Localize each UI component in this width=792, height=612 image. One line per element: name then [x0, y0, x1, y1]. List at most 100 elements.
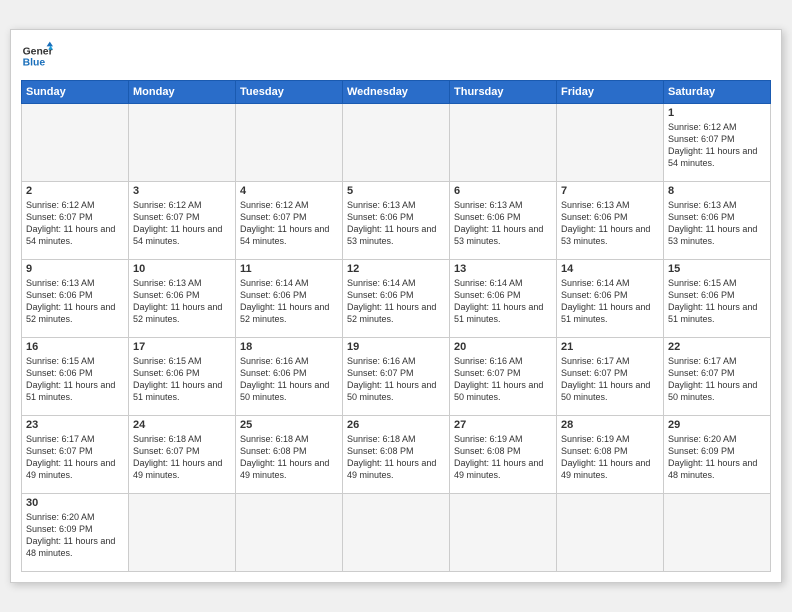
day-info: Sunrise: 6:16 AM Sunset: 6:07 PM Dayligh… [454, 355, 552, 404]
day-number: 17 [133, 341, 231, 353]
day-info: Sunrise: 6:13 AM Sunset: 6:06 PM Dayligh… [26, 277, 124, 326]
calendar-cell [450, 494, 557, 572]
calendar-cell: 23 Sunrise: 6:17 AM Sunset: 6:07 PM Dayl… [22, 416, 129, 494]
day-info: Sunrise: 6:18 AM Sunset: 6:08 PM Dayligh… [240, 433, 338, 482]
calendar-cell: 14 Sunrise: 6:14 AM Sunset: 6:06 PM Dayl… [557, 260, 664, 338]
calendar-cell: 29 Sunrise: 6:20 AM Sunset: 6:09 PM Dayl… [664, 416, 771, 494]
day-number: 28 [561, 419, 659, 431]
weekday-header-friday: Friday [557, 81, 664, 104]
calendar-cell [129, 104, 236, 182]
day-info: Sunrise: 6:13 AM Sunset: 6:06 PM Dayligh… [454, 199, 552, 248]
day-number: 11 [240, 263, 338, 275]
calendar-cell [343, 104, 450, 182]
calendar-cell: 24 Sunrise: 6:18 AM Sunset: 6:07 PM Dayl… [129, 416, 236, 494]
day-info: Sunrise: 6:13 AM Sunset: 6:06 PM Dayligh… [668, 199, 766, 248]
weekday-header-thursday: Thursday [450, 81, 557, 104]
week-row-4: 23 Sunrise: 6:17 AM Sunset: 6:07 PM Dayl… [22, 416, 771, 494]
day-info: Sunrise: 6:18 AM Sunset: 6:07 PM Dayligh… [133, 433, 231, 482]
day-info: Sunrise: 6:16 AM Sunset: 6:06 PM Dayligh… [240, 355, 338, 404]
day-info: Sunrise: 6:19 AM Sunset: 6:08 PM Dayligh… [561, 433, 659, 482]
day-number: 16 [26, 341, 124, 353]
week-row-5: 30 Sunrise: 6:20 AM Sunset: 6:09 PM Dayl… [22, 494, 771, 572]
calendar-cell [22, 104, 129, 182]
calendar-cell: 4 Sunrise: 6:12 AM Sunset: 6:07 PM Dayli… [236, 182, 343, 260]
calendar-cell: 7 Sunrise: 6:13 AM Sunset: 6:06 PM Dayli… [557, 182, 664, 260]
day-info: Sunrise: 6:13 AM Sunset: 6:06 PM Dayligh… [561, 199, 659, 248]
calendar-cell [557, 494, 664, 572]
day-number: 14 [561, 263, 659, 275]
calendar-cell: 8 Sunrise: 6:13 AM Sunset: 6:06 PM Dayli… [664, 182, 771, 260]
week-row-1: 2 Sunrise: 6:12 AM Sunset: 6:07 PM Dayli… [22, 182, 771, 260]
calendar-cell: 21 Sunrise: 6:17 AM Sunset: 6:07 PM Dayl… [557, 338, 664, 416]
calendar-cell: 16 Sunrise: 6:15 AM Sunset: 6:06 PM Dayl… [22, 338, 129, 416]
day-number: 6 [454, 185, 552, 197]
day-number: 26 [347, 419, 445, 431]
day-number: 23 [26, 419, 124, 431]
header: General Blue [21, 40, 771, 72]
calendar-cell: 28 Sunrise: 6:19 AM Sunset: 6:08 PM Dayl… [557, 416, 664, 494]
weekday-header-tuesday: Tuesday [236, 81, 343, 104]
day-info: Sunrise: 6:19 AM Sunset: 6:08 PM Dayligh… [454, 433, 552, 482]
day-number: 22 [668, 341, 766, 353]
calendar-cell: 19 Sunrise: 6:16 AM Sunset: 6:07 PM Dayl… [343, 338, 450, 416]
day-info: Sunrise: 6:14 AM Sunset: 6:06 PM Dayligh… [454, 277, 552, 326]
calendar-cell: 25 Sunrise: 6:18 AM Sunset: 6:08 PM Dayl… [236, 416, 343, 494]
day-number: 19 [347, 341, 445, 353]
day-number: 1 [668, 107, 766, 119]
svg-text:General: General [23, 46, 53, 57]
weekday-header-row: SundayMondayTuesdayWednesdayThursdayFrid… [22, 81, 771, 104]
calendar-cell: 5 Sunrise: 6:13 AM Sunset: 6:06 PM Dayli… [343, 182, 450, 260]
day-info: Sunrise: 6:14 AM Sunset: 6:06 PM Dayligh… [347, 277, 445, 326]
weekday-header-wednesday: Wednesday [343, 81, 450, 104]
day-number: 18 [240, 341, 338, 353]
day-info: Sunrise: 6:13 AM Sunset: 6:06 PM Dayligh… [133, 277, 231, 326]
calendar-cell [557, 104, 664, 182]
calendar-cell [236, 494, 343, 572]
day-number: 15 [668, 263, 766, 275]
weekday-header-saturday: Saturday [664, 81, 771, 104]
calendar-cell: 17 Sunrise: 6:15 AM Sunset: 6:06 PM Dayl… [129, 338, 236, 416]
calendar-cell: 20 Sunrise: 6:16 AM Sunset: 6:07 PM Dayl… [450, 338, 557, 416]
day-number: 24 [133, 419, 231, 431]
calendar-cell: 13 Sunrise: 6:14 AM Sunset: 6:06 PM Dayl… [450, 260, 557, 338]
calendar-cell: 3 Sunrise: 6:12 AM Sunset: 6:07 PM Dayli… [129, 182, 236, 260]
day-number: 9 [26, 263, 124, 275]
day-info: Sunrise: 6:17 AM Sunset: 6:07 PM Dayligh… [561, 355, 659, 404]
day-number: 21 [561, 341, 659, 353]
calendar-cell: 18 Sunrise: 6:16 AM Sunset: 6:06 PM Dayl… [236, 338, 343, 416]
day-info: Sunrise: 6:15 AM Sunset: 6:06 PM Dayligh… [26, 355, 124, 404]
logo-icon: General Blue [21, 40, 53, 72]
day-number: 30 [26, 497, 124, 509]
day-info: Sunrise: 6:16 AM Sunset: 6:07 PM Dayligh… [347, 355, 445, 404]
calendar-cell: 22 Sunrise: 6:17 AM Sunset: 6:07 PM Dayl… [664, 338, 771, 416]
calendar-cell: 10 Sunrise: 6:13 AM Sunset: 6:06 PM Dayl… [129, 260, 236, 338]
calendar-cell: 9 Sunrise: 6:13 AM Sunset: 6:06 PM Dayli… [22, 260, 129, 338]
week-row-2: 9 Sunrise: 6:13 AM Sunset: 6:06 PM Dayli… [22, 260, 771, 338]
day-info: Sunrise: 6:15 AM Sunset: 6:06 PM Dayligh… [668, 277, 766, 326]
week-row-3: 16 Sunrise: 6:15 AM Sunset: 6:06 PM Dayl… [22, 338, 771, 416]
calendar-container: General Blue SundayMondayTuesdayWednesda… [10, 29, 782, 583]
calendar-cell: 2 Sunrise: 6:12 AM Sunset: 6:07 PM Dayli… [22, 182, 129, 260]
day-info: Sunrise: 6:15 AM Sunset: 6:06 PM Dayligh… [133, 355, 231, 404]
calendar-cell [450, 104, 557, 182]
day-info: Sunrise: 6:18 AM Sunset: 6:08 PM Dayligh… [347, 433, 445, 482]
weekday-header-monday: Monday [129, 81, 236, 104]
day-info: Sunrise: 6:13 AM Sunset: 6:06 PM Dayligh… [347, 199, 445, 248]
day-number: 25 [240, 419, 338, 431]
calendar-grid: SundayMondayTuesdayWednesdayThursdayFrid… [21, 80, 771, 572]
day-info: Sunrise: 6:17 AM Sunset: 6:07 PM Dayligh… [668, 355, 766, 404]
calendar-cell: 27 Sunrise: 6:19 AM Sunset: 6:08 PM Dayl… [450, 416, 557, 494]
day-number: 20 [454, 341, 552, 353]
calendar-cell [664, 494, 771, 572]
day-number: 13 [454, 263, 552, 275]
calendar-cell: 30 Sunrise: 6:20 AM Sunset: 6:09 PM Dayl… [22, 494, 129, 572]
day-info: Sunrise: 6:14 AM Sunset: 6:06 PM Dayligh… [561, 277, 659, 326]
day-number: 29 [668, 419, 766, 431]
day-number: 5 [347, 185, 445, 197]
day-number: 3 [133, 185, 231, 197]
svg-text:Blue: Blue [23, 58, 46, 69]
day-number: 10 [133, 263, 231, 275]
day-number: 12 [347, 263, 445, 275]
logo: General Blue [21, 40, 53, 72]
day-info: Sunrise: 6:12 AM Sunset: 6:07 PM Dayligh… [668, 121, 766, 170]
